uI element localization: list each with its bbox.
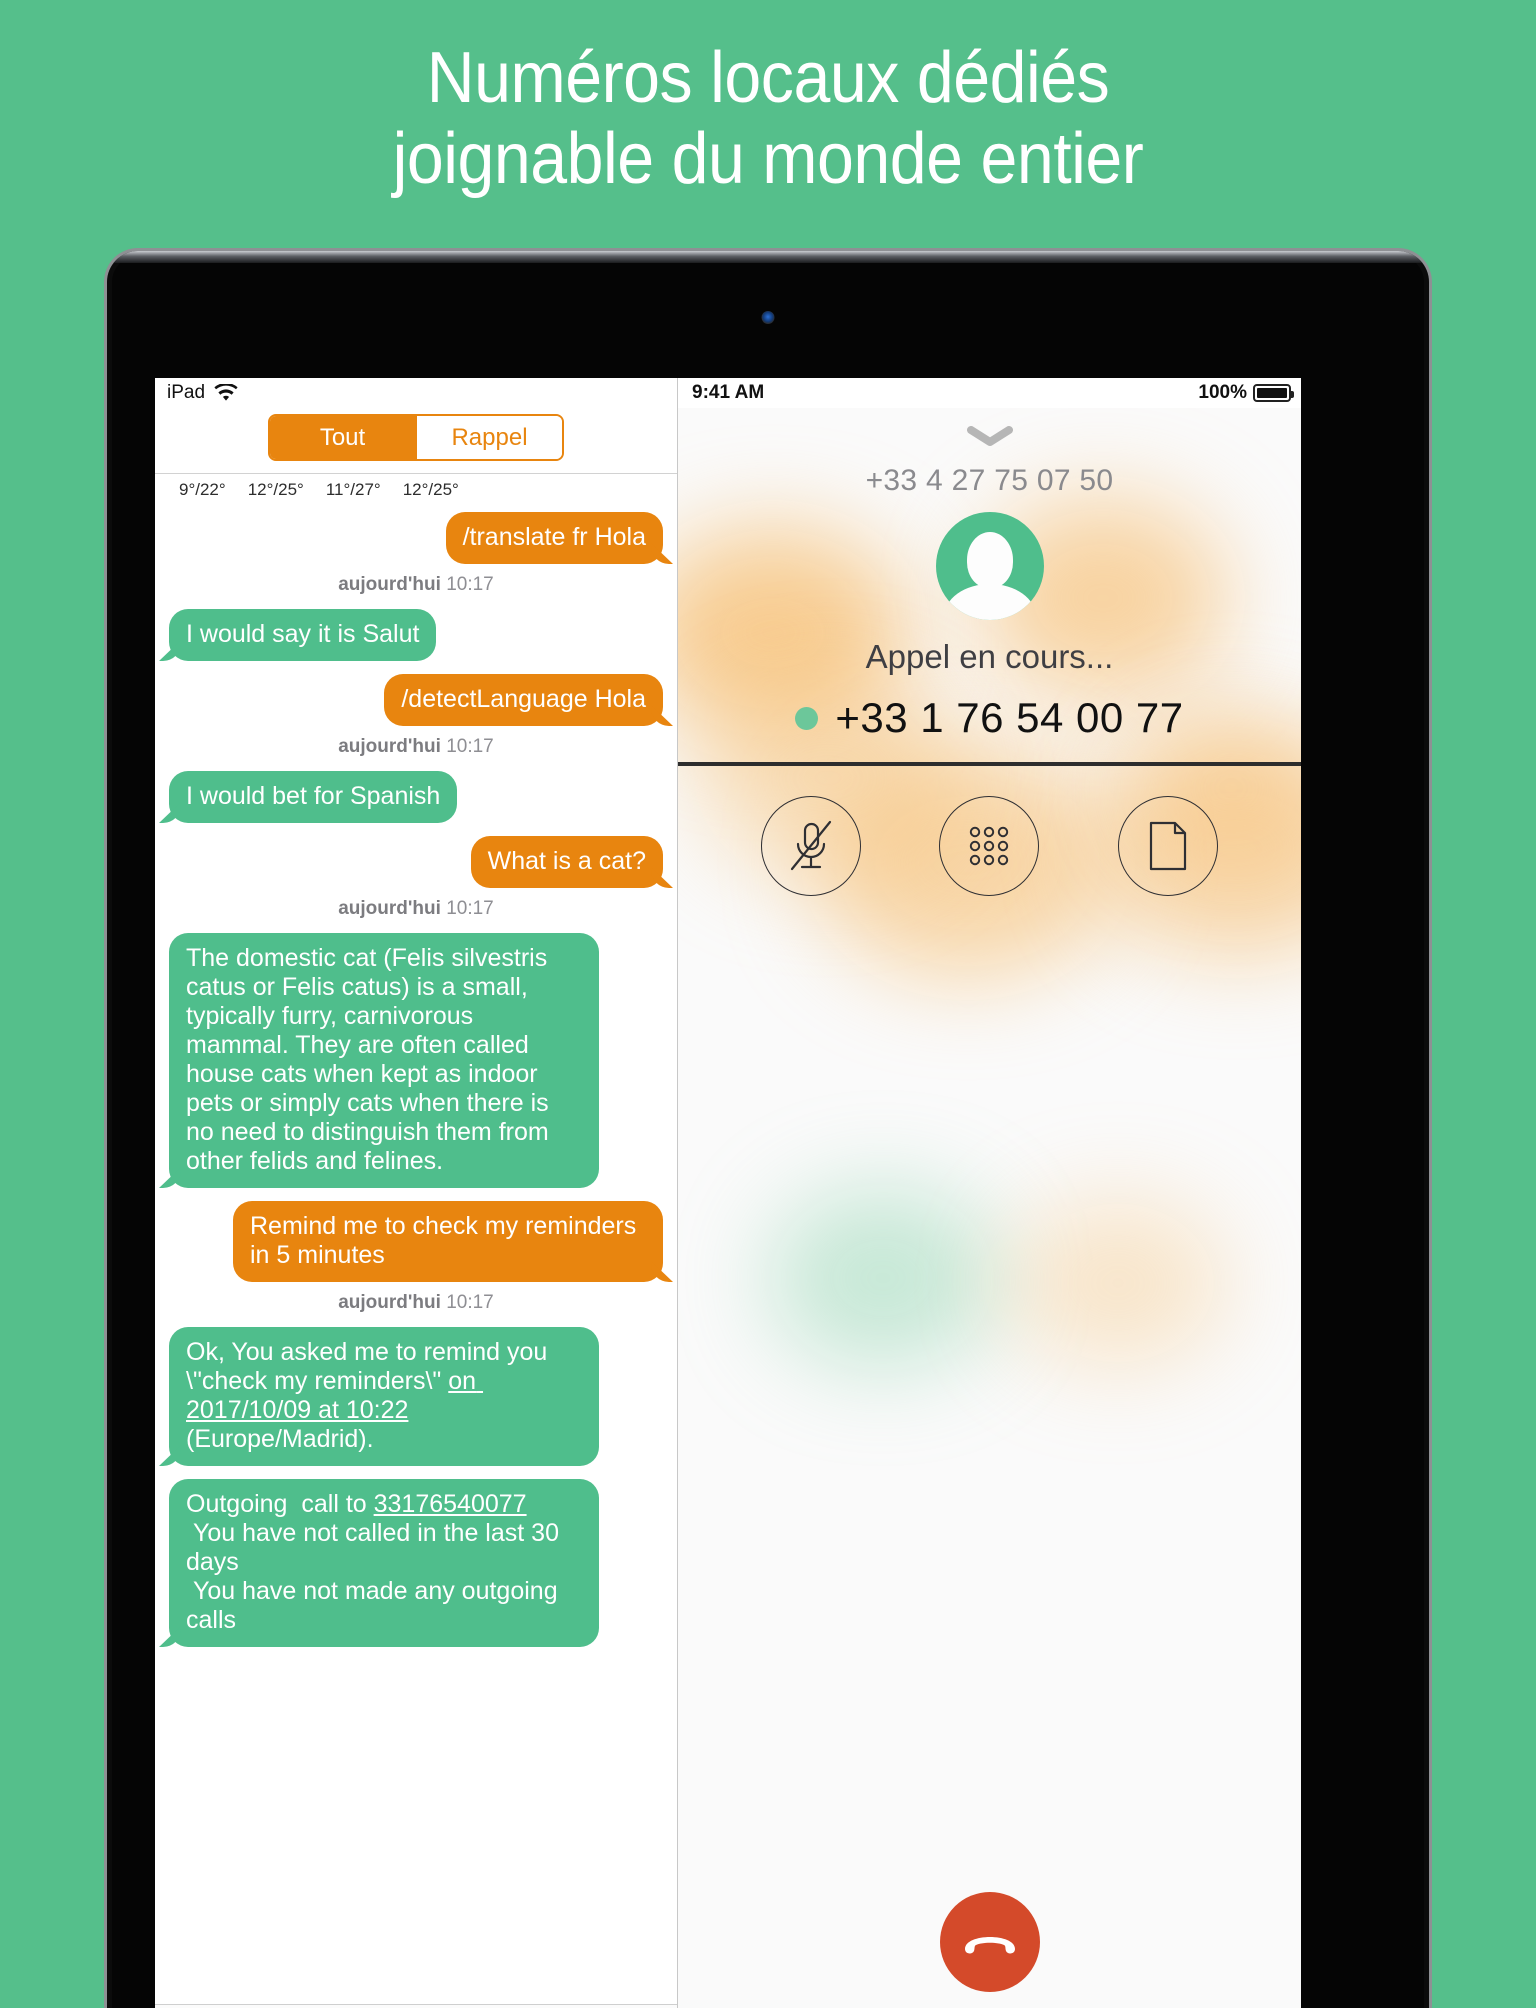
incoming-message-bubble[interactable]: The domestic cat (Felis silvestris catus… bbox=[169, 933, 599, 1188]
message-timestamp: aujourd'hui 10:17 bbox=[338, 898, 494, 919]
weather-item: 12°/25° bbox=[402, 480, 459, 499]
outgoing-message-bubble[interactable]: Remind me to check my reminders in 5 min… bbox=[233, 1201, 663, 1282]
filter-segmented-control-wrap: Tout Rappel bbox=[155, 408, 677, 473]
right-status-bar: 9:41 AM 100% bbox=[678, 378, 1301, 408]
filter-segmented-control[interactable]: Tout Rappel bbox=[268, 414, 564, 461]
document-icon bbox=[1149, 821, 1186, 871]
tablet-device-frame: iPad Tout Rappel 9°/22° 12°/25° 11°/27° … bbox=[104, 248, 1432, 2008]
message-row: /detectLanguage Hola bbox=[169, 674, 663, 726]
call-status-label: Appel en cours... bbox=[865, 638, 1114, 675]
message-row: Remind me to check my reminders in 5 min… bbox=[169, 1201, 663, 1282]
message-row: What is a cat? bbox=[169, 836, 663, 888]
left-status-bar: iPad bbox=[155, 378, 677, 408]
outgoing-message-bubble[interactable]: /translate fr Hola bbox=[445, 512, 663, 564]
active-call-number: +33 1 76 54 00 77 bbox=[835, 694, 1184, 741]
battery-percent-label: 100% bbox=[1198, 382, 1247, 403]
weather-strip: 9°/22° 12°/25° 11°/27° 12°/25° bbox=[155, 473, 677, 504]
headline-line-2: joignable du monde entier bbox=[392, 118, 1144, 199]
message-row: I would say it is Salut bbox=[169, 609, 663, 661]
headline-line-1: Numéros locaux dédiés bbox=[426, 38, 1110, 118]
incoming-message-bubble[interactable]: I would bet for Spanish bbox=[169, 771, 458, 823]
page-headline: Numéros locaux dédiés joignable du monde… bbox=[61, 38, 1474, 199]
bezel-highlight bbox=[107, 251, 1429, 263]
weather-item: 11°/27° bbox=[325, 480, 381, 499]
message-row: Ok, You asked me to remind you \"check m… bbox=[169, 1327, 663, 1466]
keypad-button[interactable] bbox=[939, 796, 1040, 896]
incoming-message-bubble[interactable]: Ok, You asked me to remind you \"check m… bbox=[169, 1327, 599, 1466]
battery-indicator: 100% bbox=[1198, 382, 1294, 404]
microphone-muted-icon bbox=[791, 820, 832, 871]
message-row: /translate fr Hola bbox=[169, 512, 663, 564]
message-thread[interactable]: /translate fr Hola aujourd'hui 10:17 I wou… bbox=[155, 504, 677, 2004]
outgoing-message-bubble[interactable]: What is a cat? bbox=[470, 836, 663, 888]
message-timestamp: aujourd'hui 10:17 bbox=[338, 1292, 494, 1313]
message-timestamp: aujourd'hui 10:17 bbox=[338, 574, 494, 595]
tablet-screen: iPad Tout Rappel 9°/22° 12°/25° 11°/27° … bbox=[155, 378, 1301, 2008]
chevron-down-icon[interactable] bbox=[966, 426, 1013, 448]
hangup-button[interactable] bbox=[939, 1892, 1040, 1992]
weather-item: 9°/22° bbox=[179, 480, 226, 499]
tab-tout[interactable]: Tout bbox=[270, 416, 415, 459]
message-row: The domestic cat (Felis silvestris catus… bbox=[169, 933, 663, 1188]
weather-item: 12°/25° bbox=[247, 480, 304, 499]
call-controls bbox=[678, 766, 1301, 924]
contact-avatar-icon bbox=[935, 512, 1044, 620]
call-panel: 9:41 AM 100% +33 4 27 75 07 50 Appel en … bbox=[678, 378, 1301, 2008]
phone-hangup-icon bbox=[964, 1937, 1015, 1954]
mute-button[interactable] bbox=[761, 796, 862, 896]
message-row: Outgoing call to 33176540077 You have no… bbox=[169, 1479, 663, 1647]
outgoing-message-bubble[interactable]: /detectLanguage Hola bbox=[384, 674, 663, 726]
hangup-area bbox=[678, 924, 1301, 2008]
chat-panel: iPad Tout Rappel 9°/22° 12°/25° 11°/27° … bbox=[155, 378, 678, 2008]
caller-number: +33 4 27 75 07 50 bbox=[865, 464, 1114, 497]
message-timestamp: aujourd'hui 10:17 bbox=[338, 736, 494, 757]
tab-rappel[interactable]: Rappel bbox=[417, 416, 562, 459]
active-call-line: +33 1 76 54 00 77 bbox=[678, 694, 1301, 742]
device-label: iPad bbox=[167, 382, 206, 403]
wifi-icon bbox=[214, 384, 238, 402]
battery-full-icon bbox=[1253, 384, 1294, 402]
message-row: I would bet for Spanish bbox=[169, 771, 663, 823]
front-camera-icon bbox=[761, 311, 775, 324]
clock-label: 9:41 AM bbox=[692, 382, 765, 403]
call-info-section: +33 4 27 75 07 50 Appel en cours... +33 … bbox=[678, 408, 1301, 766]
notes-button[interactable] bbox=[1117, 796, 1218, 896]
dialpad-icon bbox=[970, 826, 1009, 866]
status-dot bbox=[795, 706, 819, 730]
incoming-message-bubble[interactable]: Outgoing call to 33176540077 You have no… bbox=[169, 1479, 599, 1647]
message-composer: ⌘ Envoyer bbox=[155, 2004, 677, 2008]
incoming-message-bubble[interactable]: I would say it is Salut bbox=[169, 609, 437, 661]
